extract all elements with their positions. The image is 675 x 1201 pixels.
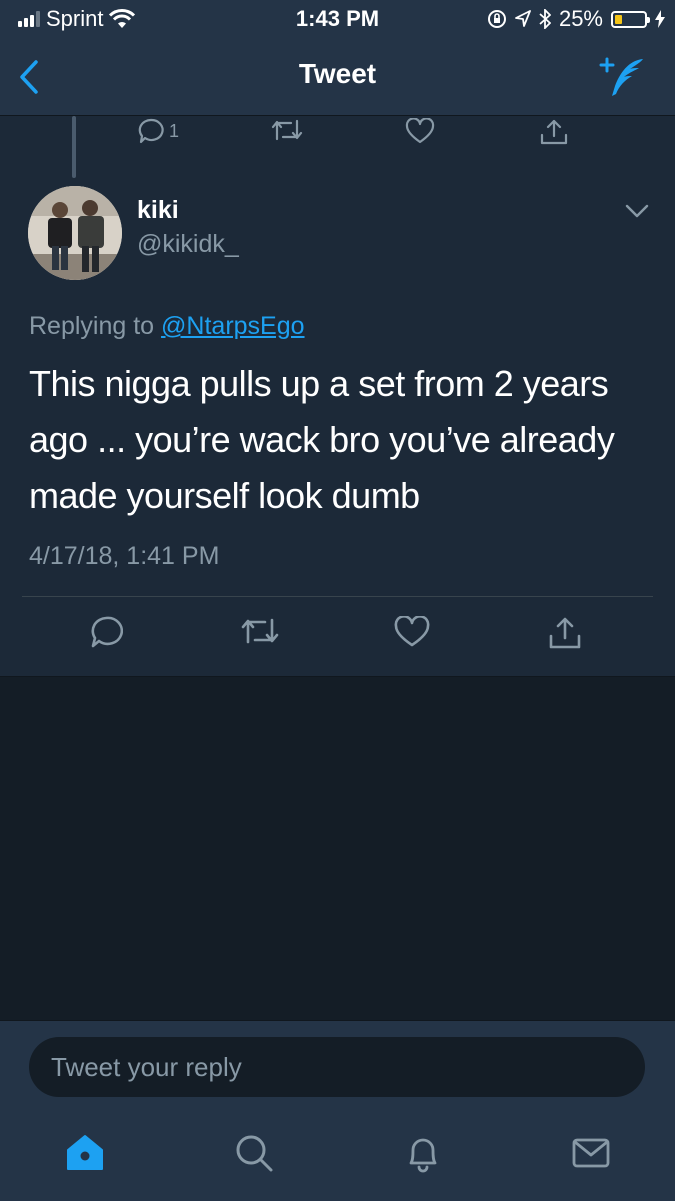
previous-tweet-actions: 1 — [0, 116, 675, 150]
tweet-text: This nigga pulls up a set from 2 years a… — [29, 363, 615, 516]
heart-icon — [394, 615, 430, 647]
status-right-group: 25% — [487, 6, 665, 32]
replying-to-line: Replying to @NtarpsEgo — [29, 312, 305, 341]
reply-icon — [138, 118, 164, 144]
previous-retweet-button[interactable] — [271, 118, 303, 142]
tab-bar — [0, 1129, 675, 1189]
status-bar: Sprint 1:43 PM 25% — [0, 0, 675, 38]
tab-search[interactable] — [234, 1133, 274, 1178]
profile-photo — [28, 186, 122, 280]
messages-icon — [572, 1138, 610, 1168]
tab-notifications[interactable] — [403, 1133, 443, 1178]
nav-bar: Tweet — [0, 38, 675, 115]
header: Sprint 1:43 PM 25% Tweet — [0, 0, 675, 116]
author-handle[interactable]: @kikidk_ — [137, 230, 239, 259]
tweet-detail: 1 kiki @kikidk_ Replying to @NtarpsEgo T… — [0, 116, 675, 677]
reply-input[interactable]: Tweet your reply — [29, 1037, 645, 1097]
avatar[interactable] — [28, 186, 122, 280]
author-name[interactable]: kiki — [137, 196, 179, 225]
search-icon — [236, 1135, 273, 1172]
heart-icon — [405, 118, 435, 144]
retweet-button[interactable] — [241, 616, 279, 651]
battery-level — [615, 14, 622, 24]
page-title: Tweet — [298, 58, 377, 89]
tab-messages[interactable] — [571, 1133, 611, 1178]
battery-percent: 25% — [558, 6, 603, 31]
location-icon — [515, 10, 531, 27]
retweet-icon — [241, 618, 279, 644]
notifications-icon — [409, 1138, 437, 1173]
like-button[interactable] — [394, 615, 430, 653]
home-icon — [67, 1135, 103, 1170]
previous-reply-count: 1 — [169, 120, 180, 141]
share-icon — [540, 119, 568, 145]
previous-like-button[interactable] — [405, 118, 435, 144]
compose-tweet-icon[interactable] — [599, 56, 647, 98]
tweet-timestamp: 4/17/18, 1:41 PM — [29, 542, 220, 570]
retweet-icon — [271, 119, 303, 141]
tweet-actions — [0, 612, 675, 662]
charging-icon — [655, 10, 665, 28]
previous-share-button[interactable] — [539, 118, 569, 146]
previous-reply-button[interactable]: 1 — [137, 118, 179, 144]
reply-bar: Tweet your reply — [0, 1020, 675, 1201]
tab-home[interactable] — [65, 1133, 105, 1178]
share-button[interactable] — [548, 616, 582, 655]
reply-button[interactable] — [89, 616, 124, 653]
battery-icon — [611, 10, 650, 28]
orientation-lock-icon — [487, 10, 506, 28]
replying-to-prefix: Replying to — [29, 312, 155, 340]
share-icon — [549, 617, 581, 649]
divider — [22, 596, 653, 597]
replying-to-mention[interactable]: @NtarpsEgo — [161, 312, 305, 340]
reply-icon — [91, 616, 124, 648]
bluetooth-icon — [539, 9, 551, 29]
chevron-down-icon[interactable] — [625, 204, 649, 218]
